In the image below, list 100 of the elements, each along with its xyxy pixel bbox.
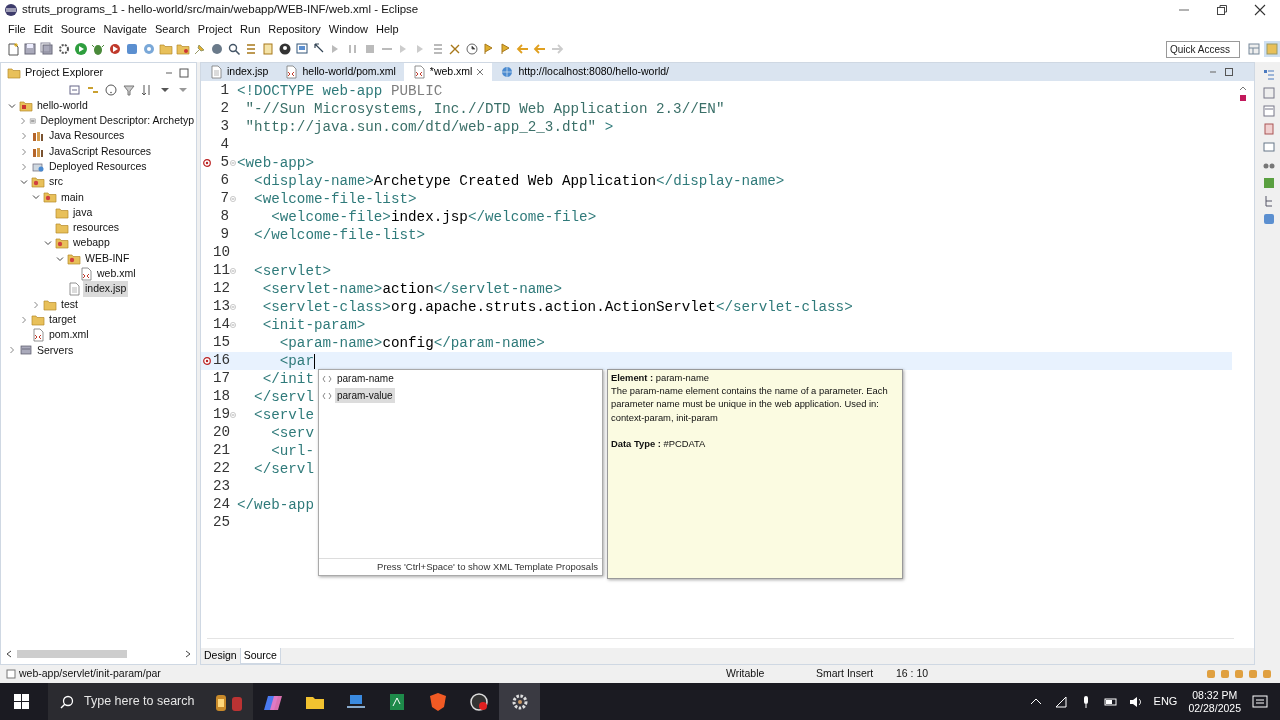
save-all-icon[interactable] [40, 42, 54, 56]
panel-title[interactable]: Project Explorer [25, 64, 104, 81]
tree-item[interactable]: web.xml [95, 266, 138, 282]
pin-icon[interactable] [193, 42, 207, 56]
collapse-icon[interactable] [8, 101, 16, 110]
save-icon[interactable] [23, 42, 37, 56]
menu-item[interactable]: File [4, 20, 30, 38]
fold-icon[interactable] [230, 160, 236, 166]
perspective-icon[interactable] [1264, 41, 1280, 57]
quick-access-field[interactable]: Quick Access [1166, 40, 1240, 58]
menu-item[interactable]: Edit [29, 20, 57, 38]
list-icon[interactable] [431, 42, 445, 56]
menu-item[interactable]: Repository [264, 20, 325, 38]
clock-date[interactable]: 02/28/2025 [1188, 701, 1241, 715]
collapse-icon[interactable] [56, 254, 64, 263]
editor-tab[interactable]: *web.xml [403, 63, 493, 81]
menu-item[interactable]: Help [372, 20, 403, 38]
scroll-right-icon[interactable] [184, 650, 192, 658]
tree-item[interactable]: java [71, 204, 95, 221]
perspective-icon[interactable] [1247, 42, 1261, 56]
expand-icon[interactable] [8, 346, 16, 355]
fold-icon[interactable] [230, 196, 236, 202]
new-file-icon[interactable] [6, 42, 20, 56]
fold-icon[interactable] [230, 304, 236, 310]
coverage-icon[interactable] [108, 42, 122, 56]
tree-item[interactable]: main [59, 189, 86, 206]
menu-item[interactable]: Source [56, 20, 100, 38]
editor-tab[interactable]: index.jsp [201, 63, 277, 81]
fold-icon[interactable] [230, 412, 236, 418]
restore-icon[interactable] [1216, 4, 1228, 16]
collapse-icon[interactable] [32, 193, 40, 202]
wifi-icon[interactable] [1053, 694, 1068, 709]
notification-icon[interactable] [1252, 693, 1268, 710]
scroll-left-icon[interactable] [5, 650, 13, 658]
tree-item[interactable]: JavaScript Resources [47, 143, 154, 160]
maximize-icon[interactable] [178, 66, 190, 79]
taskbar-search-box[interactable]: Type here to search [48, 683, 253, 720]
expand-icon[interactable] [32, 300, 40, 309]
menu-item[interactable]: Navigate [99, 20, 151, 38]
outline-icon[interactable] [1262, 68, 1276, 82]
expand-icon[interactable] [20, 132, 28, 141]
tree-item[interactable]: test [59, 296, 80, 313]
editor-tab[interactable]: http://localhost:8080/hello-world/ [492, 63, 678, 81]
tree-item[interactable]: src [47, 174, 65, 190]
fold-icon[interactable] [230, 322, 236, 328]
collapse-all-icon[interactable] [68, 83, 82, 97]
tree-item[interactable]: webapp [71, 235, 112, 252]
expand-icon[interactable] [19, 116, 27, 125]
taskbar-search-field[interactable]: Type here to search [82, 691, 204, 712]
stop-icon[interactable] [363, 42, 377, 56]
menu-item[interactable]: Project [193, 20, 237, 38]
volume-icon[interactable] [1128, 694, 1143, 709]
console-icon[interactable] [1262, 104, 1276, 118]
tree-item[interactable]: hello-world [35, 97, 90, 114]
tree-item[interactable]: Servers [35, 342, 76, 359]
mode-tab[interactable]: Source [239, 648, 281, 664]
collapse-icon[interactable] [20, 178, 28, 187]
expand-icon[interactable] [20, 147, 28, 156]
window-icon[interactable] [1262, 140, 1276, 154]
menu-item[interactable]: Window [324, 20, 372, 38]
clock-icon[interactable] [465, 42, 479, 56]
windows-start-icon[interactable] [14, 693, 30, 710]
expand-icon[interactable] [20, 315, 28, 324]
library-icon [31, 129, 45, 144]
task-list-icon[interactable] [1262, 86, 1276, 100]
scroll-up-icon[interactable] [1239, 85, 1247, 91]
filter-icon[interactable] [122, 83, 136, 97]
collapse-icon[interactable] [44, 239, 52, 248]
menu-item[interactable]: Search [151, 20, 194, 38]
close-icon[interactable] [1254, 4, 1266, 16]
tree-item[interactable]: target [47, 311, 78, 328]
search-icon[interactable] [227, 42, 241, 56]
tree-item[interactable]: Deployed Resources [47, 158, 149, 175]
tree-item[interactable]: Deployment Descriptor: Archetyp [38, 113, 196, 129]
fold-icon[interactable] [230, 268, 236, 274]
back-arrow-icon[interactable] [533, 42, 547, 56]
tree-item[interactable]: index.jsp [83, 281, 129, 298]
open-task-icon[interactable] [176, 42, 190, 56]
language-indicator[interactable]: ENG [1153, 693, 1178, 710]
help-icon[interactable] [104, 83, 118, 97]
proposal-item[interactable]: param-value [335, 388, 395, 403]
tree-item[interactable]: resources [71, 220, 122, 236]
maximize-icon[interactable] [1224, 67, 1234, 77]
expand-icon[interactable] [20, 162, 28, 171]
recorder-icon[interactable] [468, 691, 489, 712]
bookmark-icon[interactable] [1262, 122, 1276, 136]
tree-item[interactable]: pom.xml [47, 327, 91, 343]
editor-tab[interactable]: hello-world/pom.xml [276, 63, 404, 81]
tree-item[interactable]: WEB-INF [83, 250, 132, 267]
forward-arrow-icon[interactable] [550, 42, 564, 56]
debug-icon[interactable] [91, 42, 105, 56]
back-arrow-icon[interactable] [516, 42, 530, 56]
mode-tab[interactable]: Design [201, 648, 240, 664]
open-folder-icon[interactable] [159, 42, 173, 56]
scrollbar-thumb[interactable] [17, 650, 127, 658]
tree-item[interactable]: Java Resources [47, 128, 127, 145]
clock-time[interactable]: 08:32 PM [1192, 688, 1238, 702]
menu-item[interactable]: Run [236, 20, 265, 38]
proposal-item[interactable]: param-name [335, 371, 396, 386]
run-icon[interactable] [74, 42, 88, 56]
